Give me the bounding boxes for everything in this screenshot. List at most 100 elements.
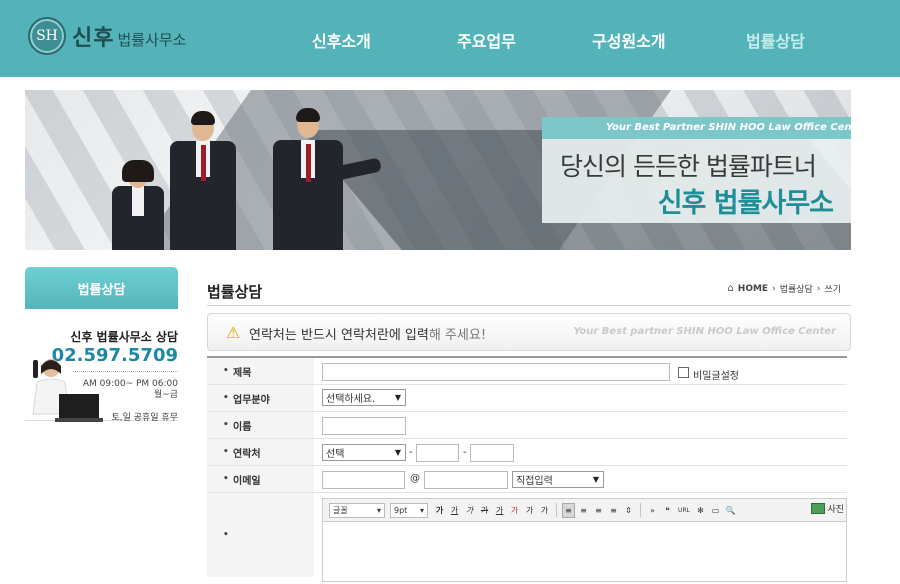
- chevron-down-icon: ▾: [376, 505, 381, 515]
- operator-illustration-icon: [32, 359, 103, 422]
- logo-main-text: 신후: [72, 26, 115, 51]
- warning-icon: ⚠: [226, 323, 241, 342]
- bold-button[interactable]: 가: [433, 503, 446, 518]
- email-id-input[interactable]: [322, 471, 405, 489]
- form-row-email: 이메일 @ 직접입력 ▼: [207, 466, 847, 493]
- email-domain-select-value: 직접입력: [516, 476, 553, 487]
- breadcrumb: ⌂ HOME › 법률상담 › 쓰기: [727, 282, 841, 295]
- align-left-icon[interactable]: ≡: [562, 502, 575, 518]
- home-icon: ⌂: [727, 283, 734, 294]
- font-color-button[interactable]: 가: [493, 503, 506, 518]
- breadcrumb-consult[interactable]: 법률상담: [780, 282, 813, 295]
- contact-select-value: 선택: [326, 449, 345, 460]
- italic-button[interactable]: 가: [463, 503, 476, 518]
- banner-tagline: Your Best Partner SHIN HOO Law Office Ce…: [542, 117, 851, 139]
- notice-rest: 해 주세요!: [428, 328, 487, 343]
- notice-text: 연락처는 반드시 연락처란에 입력해 주세요!: [249, 324, 486, 343]
- sidebar: 법률상담 신후 법률사무소 상담 02.597.5709 AM 09:00~ P…: [25, 267, 178, 423]
- name-input[interactable]: [322, 417, 406, 435]
- hero-banner: Your Best Partner SHIN HOO Law Office Ce…: [25, 90, 851, 250]
- contact-title: 신후 법률사무소 상담: [70, 330, 178, 344]
- photo-icon: [811, 503, 826, 514]
- banner-firm-name: 신후 법률사무소: [657, 188, 834, 219]
- superscript-button[interactable]: 가: [523, 503, 536, 518]
- secret-label: 비밀글설정: [693, 371, 739, 382]
- align-center-icon[interactable]: ≡: [577, 503, 590, 518]
- subject-label: 제목: [207, 358, 314, 384]
- banner-headline: 당신의 든든한 법률파트너: [560, 152, 817, 181]
- contact-dash: -: [409, 447, 413, 458]
- form-row-content: 글꼴 ▾ 9pt ▾ 가 가 가 가 가 가 가 가 ≡ ≡ ≡ ≡ ⇕: [207, 493, 847, 582]
- notice-main: 연락처는 반드시 연락처란에 입력: [249, 328, 429, 343]
- banner-person-man-pointing: [255, 100, 395, 250]
- banner-person-man-red-tie: [160, 105, 250, 250]
- strikethrough-button[interactable]: 가: [478, 503, 491, 518]
- contact-middle-input[interactable]: [416, 444, 459, 462]
- site-header: SH 신후 법률사무소 신후소개 주요업무 구성원소개 법률상담: [0, 0, 900, 77]
- table-icon[interactable]: ▭: [709, 503, 722, 518]
- chevron-right-icon: ›: [772, 283, 776, 294]
- subject-input[interactable]: [322, 363, 670, 381]
- breadcrumb-home[interactable]: HOME: [738, 284, 768, 294]
- email-domain-input[interactable]: [424, 471, 508, 489]
- consult-form: 제목 비밀글설정 업무분야 선택하세요. ▼ 이름 연락처 선택 ▼ - -: [207, 356, 847, 582]
- sidebar-contact-box: 신후 법률사무소 상담 02.597.5709 AM 09:00~ PM 06:…: [25, 309, 178, 423]
- nav-item-members[interactable]: 구성원소개: [592, 28, 666, 52]
- highlight-button[interactable]: 가: [508, 503, 521, 518]
- photo-button[interactable]: 사진: [811, 502, 844, 515]
- contact-prefix-select[interactable]: 선택 ▼: [322, 444, 406, 461]
- link-icon[interactable]: URL: [676, 503, 692, 518]
- email-at-sign: @: [410, 473, 420, 484]
- field-select-value: 선택하세요.: [326, 394, 376, 405]
- chevron-right-icon: ›: [816, 283, 821, 294]
- align-right-icon[interactable]: ≡: [592, 503, 605, 518]
- quote-icon[interactable]: ❝: [661, 503, 674, 518]
- toolbar-divider: [640, 503, 641, 517]
- font-size-select[interactable]: 9pt ▾: [390, 502, 428, 518]
- notice-box: ⚠ 연락처는 반드시 연락처란에 입력해 주세요! Your Best part…: [207, 313, 851, 351]
- chevron-down-icon: ▼: [394, 393, 402, 402]
- line-height-icon[interactable]: ⇕: [622, 503, 635, 518]
- email-label: 이메일: [207, 466, 314, 492]
- form-row-contact: 연락처 선택 ▼ - -: [207, 439, 847, 466]
- chevron-down-icon: ▼: [592, 475, 600, 484]
- field-label: 업무분야: [207, 385, 314, 411]
- email-domain-select[interactable]: 직접입력 ▼: [512, 471, 604, 488]
- content-label: [207, 493, 314, 577]
- contact-dash: -: [463, 447, 467, 458]
- logo-emblem-icon: SH: [28, 17, 66, 55]
- photo-label: 사진: [827, 505, 844, 515]
- form-row-field: 업무분야 선택하세요. ▼: [207, 385, 847, 412]
- search-icon[interactable]: 🔍: [724, 503, 737, 518]
- more-icon[interactable]: »: [646, 503, 659, 518]
- breadcrumb-write: 쓰기: [824, 285, 841, 295]
- page-title: 법률상담: [207, 283, 263, 301]
- editor-toolbar: 글꼴 ▾ 9pt ▾ 가 가 가 가 가 가 가 가 ≡ ≡ ≡ ≡ ⇕ » ❝…: [322, 498, 847, 522]
- nav-item-about[interactable]: 신후소개: [312, 28, 371, 52]
- contact-closed-days: 토,일 공휴일 휴무: [111, 413, 178, 423]
- banner-caption: Your Best Partner SHIN HOO Law Office Ce…: [542, 117, 851, 223]
- secret-checkbox[interactable]: [678, 367, 689, 378]
- underline-button[interactable]: 가: [448, 503, 461, 518]
- font-size-value: 9pt: [394, 505, 408, 515]
- notice-english: Your Best partner SHIN HOO Law Office Ce…: [573, 326, 836, 337]
- sidebar-tab-consult[interactable]: 법률상담: [25, 267, 178, 309]
- align-justify-icon[interactable]: ≡: [607, 503, 620, 518]
- nav-item-consult[interactable]: 법률상담: [746, 28, 805, 52]
- logo-sub-text: 법률사무소: [117, 30, 187, 49]
- field-select[interactable]: 선택하세요. ▼: [322, 389, 406, 406]
- chevron-down-icon: ▼: [394, 448, 402, 457]
- editor-textarea[interactable]: [322, 522, 847, 582]
- form-row-name: 이름: [207, 412, 847, 439]
- subscript-button[interactable]: 가: [538, 503, 551, 518]
- special-char-icon[interactable]: ✻: [694, 503, 707, 518]
- font-family-value: 글꼴: [333, 505, 348, 515]
- contact-last-input[interactable]: [470, 444, 514, 462]
- nav-item-practice[interactable]: 주요업무: [457, 28, 516, 52]
- contact-label: 연락처: [207, 439, 314, 465]
- logo[interactable]: SH 신후 법률사무소: [28, 17, 187, 55]
- form-row-subject: 제목 비밀글설정: [207, 358, 847, 385]
- font-family-select[interactable]: 글꼴 ▾: [329, 502, 385, 518]
- name-label: 이름: [207, 412, 314, 438]
- toolbar-divider: [556, 503, 557, 517]
